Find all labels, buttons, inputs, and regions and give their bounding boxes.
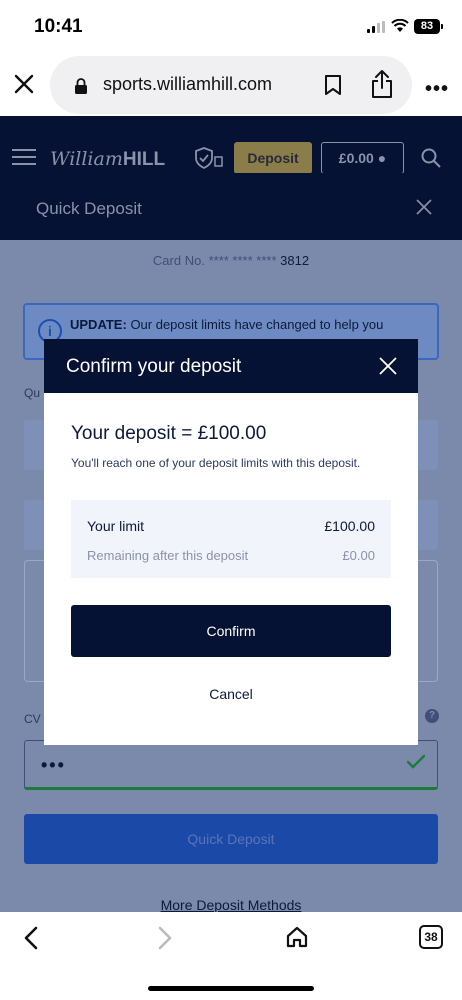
limit-summary: Your limit £100.00 Remaining after this … [71,500,391,578]
cancel-button[interactable]: Cancel [71,683,391,705]
menu-icon[interactable] [12,149,36,167]
wifi-icon [391,19,409,32]
close-icon[interactable] [416,199,432,215]
url-text: sports.williamhill.com [103,74,273,94]
card-number: Card No. **** **** **** 3812 [152,253,310,268]
quick-deposit-title: Quick Deposit [36,199,142,218]
confirm-button[interactable]: Confirm [71,605,391,657]
status-time: 10:41 [34,16,83,37]
user-icon: ● [377,150,387,166]
balance-button[interactable]: £0.00 ● [321,142,404,174]
deposit-amount: Your deposit = £100.00 [71,423,267,444]
home-icon[interactable] [285,925,309,949]
tabs-button[interactable]: 38 [419,925,443,949]
close-icon[interactable] [379,357,397,375]
quick-deposit-header: Quick Deposit [0,173,462,240]
help-icon[interactable]: ? [425,709,439,723]
confirm-deposit-modal: Confirm your deposit Your deposit = £100… [44,339,418,745]
browser-toolbar: 38 [0,912,462,1000]
cvv-value: ••• [41,755,66,775]
lock-icon [75,78,87,94]
remaining-value: £0.00 [342,548,375,563]
safer-gambling-icon[interactable] [194,147,224,169]
home-indicator [148,986,314,991]
status-bar: 10:41 83 [0,0,462,52]
balance-value: £0.00 [338,150,374,166]
header-deposit-button[interactable]: Deposit [234,142,312,174]
update-text: UPDATE: Our deposit limits have changed … [70,317,384,332]
check-icon [407,755,425,769]
limit-value: £100.00 [324,518,375,534]
more-deposit-methods-link[interactable]: More Deposit Methods [0,897,462,913]
amount-label: Qu [24,386,41,400]
modal-header: Confirm your deposit [44,339,418,393]
deposit-limit-note: You'll reach one of your deposit limits … [71,456,361,470]
back-icon[interactable] [22,926,40,950]
search-icon[interactable] [421,148,441,168]
close-icon[interactable] [12,72,36,96]
remaining-label: Remaining after this deposit [87,548,249,563]
quick-deposit-button[interactable]: Quick Deposit [24,814,438,864]
signal-icon [367,21,387,33]
bookmark-icon[interactable] [324,74,342,96]
address-bar[interactable]: sports.williamhill.com [50,56,412,114]
browser-bar: sports.williamhill.com ••• [0,52,462,116]
more-menu-button[interactable]: ••• [425,78,449,101]
william-hill-logo[interactable]: WilliamHILL [50,148,165,171]
cvv-input[interactable]: ••• [24,740,438,790]
share-icon[interactable] [370,69,394,99]
limit-label: Your limit [87,518,145,534]
battery-icon: 83 [414,19,443,34]
forward-icon[interactable] [156,926,174,950]
modal-title: Confirm your deposit [66,356,242,377]
cvv-label: CV [24,712,41,726]
